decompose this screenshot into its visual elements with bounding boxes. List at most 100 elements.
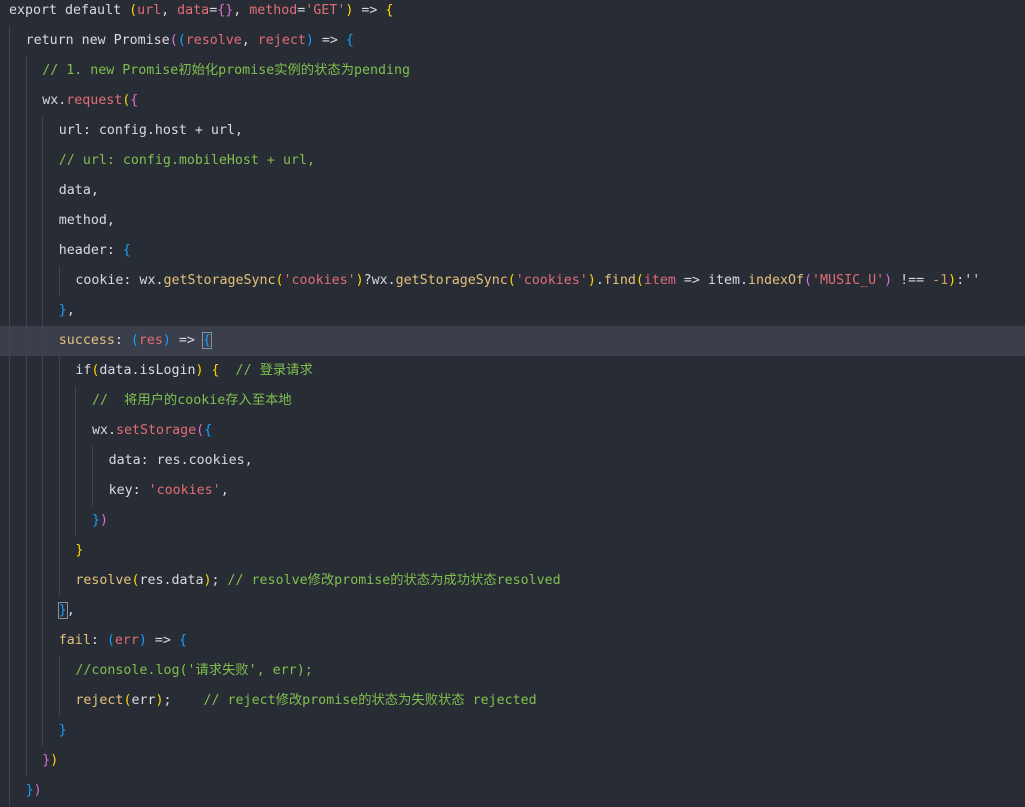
code-line[interactable]: cookie: wx.getStorageSync('cookies')?wx.… [0, 266, 1025, 296]
code-line[interactable]: export default (url, data={}, method='GE… [0, 0, 1025, 26]
code-token: 'cookies' [515, 273, 588, 288]
indent-guide [42, 566, 44, 596]
indent-guide [9, 146, 10, 176]
code-token: ( [635, 273, 644, 288]
code-token: request [66, 93, 123, 108]
indent-guide [92, 446, 93, 476]
code-token: } [42, 753, 51, 768]
code-text: url: config.host + url, [59, 116, 243, 146]
code-line[interactable]: resolve(res.data); // resolve修改promise的状… [0, 566, 1025, 596]
code-line[interactable]: }) [0, 746, 1025, 776]
code-text: method, [59, 206, 115, 236]
code-token: data: res.cookies, [108, 453, 253, 468]
indent-guide [25, 566, 27, 596]
code-text: }, [59, 296, 75, 326]
code-token: ) [138, 633, 147, 648]
code-line[interactable]: if(data.isLogin) { // 登录请求 [0, 356, 1025, 386]
indent-guide [42, 416, 44, 446]
code-line[interactable]: reject(err); // reject修改promise的状态为失败状态 … [0, 686, 1025, 716]
code-token: data, [58, 183, 99, 198]
indent-guide [25, 746, 27, 776]
code-token: ( [106, 633, 115, 648]
code-line[interactable]: wx.setStorage({ [0, 416, 1025, 446]
code-token: ) [203, 573, 212, 588]
indent-guide [42, 356, 44, 386]
code-token: -1 [932, 273, 949, 288]
code-line[interactable]: //console.log('请求失败', err); [0, 656, 1025, 686]
indent-guide [42, 716, 44, 746]
code-token: => [170, 333, 203, 348]
code-line[interactable]: // 将用户的cookie存入至本地 [0, 386, 1025, 416]
code-line[interactable]: return new Promise((resolve, reject) => … [0, 26, 1025, 56]
indent-guide [58, 356, 60, 386]
code-line[interactable]: // 1. new Promise初始化promise实例的状态为pending [0, 56, 1025, 86]
code-token: // 1. new Promise初始化promise实例的状态为pending [42, 63, 411, 78]
code-token: } [58, 303, 67, 318]
code-editor[interactable]: export default (url, data={}, method='GE… [0, 0, 1025, 807]
indent-guide [9, 86, 10, 116]
code-token: ; [163, 693, 204, 708]
code-token: ) [155, 693, 164, 708]
code-token: key: [108, 483, 149, 498]
code-line[interactable]: }) [0, 506, 1025, 536]
code-token: reject [257, 33, 306, 48]
code-text: } [59, 716, 67, 746]
code-token: , [66, 603, 75, 618]
indent-guide [9, 446, 10, 476]
code-token: + [194, 123, 203, 138]
code-line[interactable]: }, [0, 596, 1025, 626]
code-token: :'' [956, 273, 981, 288]
code-token: } [58, 723, 67, 738]
indent-guide [92, 476, 93, 506]
code-text: return new Promise((resolve, reject) => … [26, 26, 354, 56]
code-token: {} [217, 3, 234, 18]
indent-guide [9, 626, 10, 656]
code-line[interactable]: url: config.host + url, [0, 116, 1025, 146]
indent-guide [9, 686, 10, 716]
code-text: //console.log('请求失败', err); [75, 656, 312, 686]
code-line[interactable]: }) [0, 776, 1025, 806]
code-text: // 1. new Promise初始化promise实例的状态为pending [42, 56, 410, 86]
code-token: { [178, 633, 187, 648]
code-text: }) [26, 776, 42, 806]
indent-guide [25, 656, 27, 686]
indent-guide [58, 446, 60, 476]
code-token: ) [50, 753, 59, 768]
code-line[interactable]: key: 'cookies', [0, 476, 1025, 506]
indent-guide [75, 416, 77, 446]
code-line[interactable]: } [0, 716, 1025, 746]
code-token: { [211, 363, 220, 378]
code-line[interactable]: // url: config.mobileHost + url, [0, 146, 1025, 176]
indent-guide [9, 356, 10, 386]
code-text: resolve(res.data); // resolve修改promise的状… [75, 566, 560, 596]
code-text: fail: (err) => { [59, 626, 187, 656]
indent-guide [25, 476, 27, 506]
indent-guide [58, 506, 60, 536]
code-token: ( [177, 33, 186, 48]
code-line[interactable]: }, [0, 296, 1025, 326]
indent-guide [25, 596, 27, 626]
code-token: ) [162, 333, 171, 348]
code-token: getStorageSync [395, 273, 508, 288]
code-token: { [201, 332, 212, 349]
code-token: res [138, 333, 163, 348]
code-line[interactable]: success: (res) => { [0, 326, 1025, 356]
indent-guide [42, 686, 44, 716]
indent-guide [25, 356, 27, 386]
code-line[interactable]: data, [0, 176, 1025, 206]
indent-guide [58, 476, 60, 506]
code-line[interactable]: data: res.cookies, [0, 446, 1025, 476]
code-line[interactable]: method, [0, 206, 1025, 236]
code-line[interactable]: wx.request({ [0, 86, 1025, 116]
code-line[interactable]: fail: (err) => { [0, 626, 1025, 656]
indent-guide [25, 206, 27, 236]
code-token: setStorage [116, 423, 197, 438]
code-line[interactable]: header: { [0, 236, 1025, 266]
indent-guide [25, 386, 27, 416]
code-text: data, [59, 176, 99, 206]
indent-guide [42, 626, 44, 656]
code-token: , [161, 3, 178, 18]
code-token: => [313, 33, 346, 48]
code-line[interactable]: } [0, 536, 1025, 566]
